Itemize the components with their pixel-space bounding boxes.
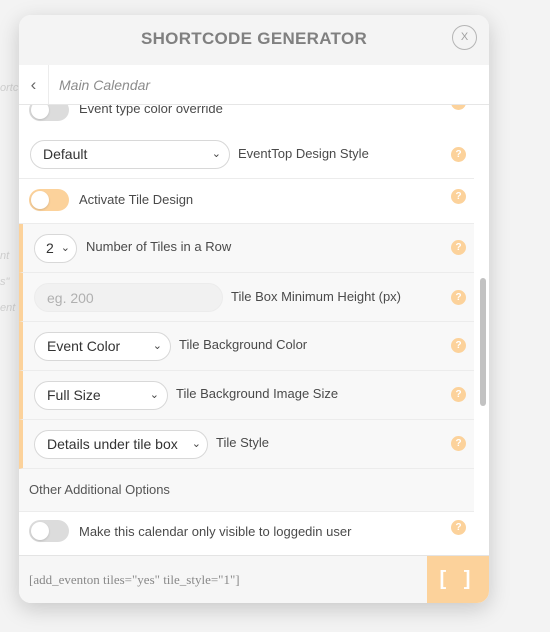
toggle-knob (31, 105, 49, 119)
shortcode-generator-modal: SHORTCODE GENERATOR X ‹ Main Calendar Ev… (19, 15, 489, 603)
background-text: nt (0, 250, 10, 262)
row-event-type-color-override: Event type color override ? (19, 105, 474, 131)
insert-shortcode-button[interactable]: [ ] (427, 556, 489, 603)
scrollbar[interactable] (477, 105, 489, 555)
back-chevron-icon[interactable]: ‹ (19, 65, 49, 104)
chevron-down-icon: ⌄ (149, 389, 159, 401)
row-tile-style: Details under tile box ⌄ Tile Style ? (19, 420, 474, 469)
row-tile-bg-image-size: Full Size ⌄ Tile Background Image Size ? (19, 371, 474, 420)
help-icon[interactable]: ? (451, 105, 466, 110)
row-tile-min-height: Tile Box Minimum Height (px) ? (19, 273, 474, 322)
tile-bg-image-label: Tile Background Image Size (176, 386, 339, 401)
help-icon[interactable]: ? (451, 387, 466, 402)
generated-shortcode: [add_eventon tiles="yes" tile_style="1"] (29, 572, 240, 587)
tile-style-select[interactable]: Details under tile box ⌄ (34, 430, 208, 459)
help-icon[interactable]: ? (451, 147, 466, 162)
background-text: ent (0, 302, 16, 314)
chevron-down-icon: ⌄ (211, 148, 221, 160)
tile-design-toggle[interactable] (29, 189, 69, 211)
tile-bg-color-label: Tile Background Color (179, 337, 308, 352)
tile-bg-image-select[interactable]: Full Size ⌄ (34, 381, 168, 410)
options-list: Event type color override ? Default ⌄ Ev… (19, 105, 489, 555)
event-type-color-toggle[interactable] (29, 105, 69, 121)
tile-style-value: Details under tile box (47, 436, 178, 452)
tile-design-label: Activate Tile Design (79, 192, 194, 207)
tile-min-height-label: Tile Box Minimum Height (px) (231, 289, 402, 304)
breadcrumb-label: Main Calendar (59, 77, 151, 93)
section-title: Other Additional Options (29, 482, 170, 497)
help-icon[interactable]: ? (451, 338, 466, 353)
row-activate-tile-design: Activate Tile Design ? (19, 179, 474, 224)
eventtop-style-value: Default (43, 146, 88, 162)
background-text: s" (0, 276, 10, 288)
chevron-down-icon: ⌄ (191, 438, 201, 450)
loggedin-only-toggle[interactable] (29, 520, 69, 542)
toggle-knob (31, 522, 49, 540)
help-icon[interactable]: ? (451, 520, 466, 535)
toggle-knob (31, 191, 49, 209)
help-icon[interactable]: ? (451, 436, 466, 451)
tile-bg-color-select[interactable]: Event Color ⌄ (34, 332, 171, 361)
row-other-additional-options: Other Additional Options (19, 469, 474, 512)
row-tile-bg-color: Event Color ⌄ Tile Background Color ? (19, 322, 474, 371)
row-eventtop-design-style: Default ⌄ EventTop Design Style ? (19, 130, 474, 179)
help-icon[interactable]: ? (451, 290, 466, 305)
breadcrumb: ‹ Main Calendar (19, 65, 489, 105)
eventtop-style-label: EventTop Design Style (238, 146, 369, 161)
chevron-down-icon: ⌄ (152, 340, 162, 352)
modal-header: SHORTCODE GENERATOR X (19, 15, 489, 66)
eventtop-style-select[interactable]: Default ⌄ (30, 140, 230, 169)
close-button[interactable]: X (452, 25, 477, 50)
tile-bg-image-value: Full Size (47, 387, 101, 403)
row-loggedin-only: Make this calendar only visible to logge… (19, 512, 474, 555)
row-tiles-in-row: 2 ⌄ Number of Tiles in a Row ? (19, 224, 474, 273)
background-text: ortc (0, 82, 19, 94)
tiles-in-row-value: 2 (46, 240, 54, 256)
help-icon[interactable]: ? (451, 189, 466, 204)
help-icon[interactable]: ? (451, 240, 466, 255)
tile-style-label: Tile Style (216, 435, 269, 450)
shortcode-footer: [add_eventon tiles="yes" tile_style="1"]… (19, 555, 489, 603)
event-type-color-label: Event type color override (79, 105, 223, 116)
loggedin-only-label: Make this calendar only visible to logge… (79, 524, 352, 539)
modal-title: SHORTCODE GENERATOR (140, 29, 368, 48)
tile-min-height-input[interactable] (34, 283, 223, 312)
scrollbar-thumb[interactable] (480, 278, 486, 406)
tile-bg-color-value: Event Color (47, 338, 121, 354)
tiles-in-row-label: Number of Tiles in a Row (86, 239, 232, 254)
tiles-in-row-select[interactable]: 2 ⌄ (34, 234, 77, 263)
chevron-down-icon: ⌄ (60, 242, 70, 254)
